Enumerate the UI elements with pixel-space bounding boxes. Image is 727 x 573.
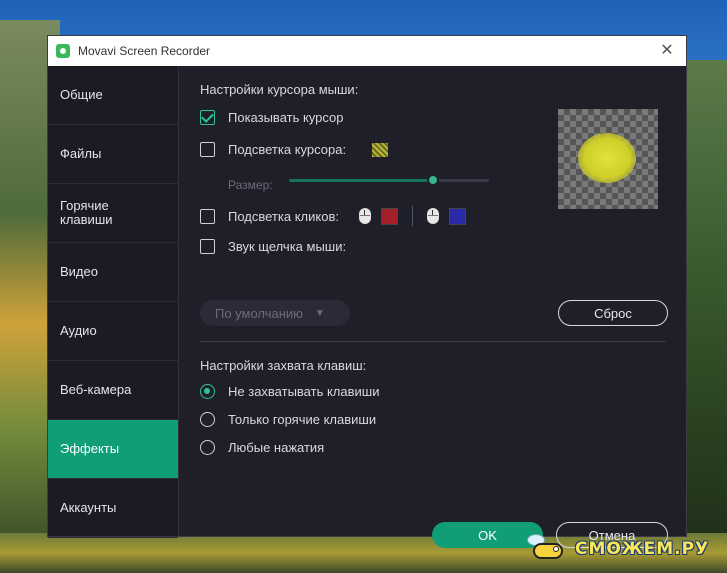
cursor-highlight-preview — [578, 133, 636, 183]
cursor-highlight-label: Подсветка курсора: — [228, 142, 347, 157]
show-cursor-label: Показывать курсор — [228, 110, 344, 125]
sidebar-item-accounts[interactable]: Аккаунты — [48, 479, 178, 538]
app-icon — [56, 44, 70, 58]
watermark-logo: СМОЖЕМ.РУ — [523, 531, 713, 567]
title-bar: Movavi Screen Recorder ✕ — [48, 36, 686, 66]
key-capture-title: Настройки захвата клавиш: — [200, 358, 367, 373]
window-content: Общие Файлы Горячие клавиши Видео Аудио … — [48, 66, 686, 548]
size-slider[interactable] — [289, 174, 489, 186]
cursor-highlight-row[interactable]: Подсветка курсора: — [200, 142, 389, 157]
click-sound-row[interactable]: Звук щелчка мыши: — [200, 239, 346, 254]
sidebar-item-audio[interactable]: Аудио — [48, 302, 178, 361]
chevron-down-icon: ▼ — [314, 307, 325, 319]
watermark-text: СМОЖЕМ.РУ — [575, 539, 710, 559]
left-click-color-swatch[interactable] — [380, 207, 398, 225]
sidebar-item-hotkeys-label: Горячие клавиши — [60, 198, 113, 227]
left-click-mouse-icon — [358, 208, 371, 224]
key-capture-none-label: Не захватывать клавиши — [228, 384, 380, 399]
sidebar: Общие Файлы Горячие клавиши Видео Аудио … — [48, 66, 179, 538]
click-highlight-row[interactable]: Подсветка кликов: — [200, 206, 466, 226]
cursor-preview — [558, 109, 658, 209]
sidebar-item-hotkeys[interactable]: Горячие клавиши — [48, 184, 178, 243]
cursor-highlight-checkbox[interactable] — [200, 142, 215, 157]
size-slider-fill — [289, 179, 433, 182]
close-icon[interactable]: ✕ — [658, 42, 676, 60]
click-sound-label: Звук щелчка мыши: — [228, 239, 347, 254]
key-capture-option-none[interactable]: Не захватывать клавиши — [200, 384, 379, 399]
key-capture-hotkeys-label: Только горячие клавиши — [228, 412, 377, 427]
section-divider — [200, 341, 666, 342]
window-title: Movavi Screen Recorder — [78, 44, 211, 58]
sidebar-item-video[interactable]: Видео — [48, 243, 178, 302]
click-highlight-label: Подсветка кликов: — [228, 208, 339, 224]
key-capture-any-label: Любые нажатия — [228, 440, 325, 455]
sidebar-item-files[interactable]: Файлы — [48, 125, 178, 184]
show-cursor-checkbox[interactable] — [200, 110, 215, 125]
key-capture-hotkeys-radio[interactable] — [200, 412, 215, 427]
click-sound-select-value: По умолчанию — [215, 305, 303, 321]
size-slider-thumb[interactable] — [427, 174, 439, 186]
cursor-highlight-color-swatch[interactable] — [372, 142, 389, 157]
show-cursor-row[interactable]: Показывать курсор — [200, 110, 344, 125]
key-capture-option-hotkeys[interactable]: Только горячие клавиши — [200, 412, 376, 427]
click-color-divider — [411, 206, 413, 226]
right-click-mouse-icon — [426, 208, 439, 224]
effects-panel: Настройки курсора мыши: Показывать курсо… — [180, 66, 686, 548]
reset-button[interactable]: Сброс — [558, 300, 668, 326]
sidebar-item-general[interactable]: Общие — [48, 66, 178, 125]
cursor-settings-title: Настройки курсора мыши: — [200, 82, 359, 97]
click-sound-checkbox[interactable] — [200, 239, 215, 254]
key-capture-any-radio[interactable] — [200, 440, 215, 455]
key-capture-none-radio[interactable] — [200, 384, 215, 399]
click-highlight-checkbox[interactable] — [200, 208, 215, 224]
bee-icon — [523, 534, 569, 564]
sidebar-item-webcam[interactable]: Веб-камера — [48, 361, 178, 420]
size-label: Размер: — [228, 178, 273, 192]
key-capture-option-any[interactable]: Любые нажатия — [200, 440, 324, 455]
background-mountain-right — [682, 60, 727, 573]
right-click-color-swatch[interactable] — [448, 207, 466, 225]
settings-window: Movavi Screen Recorder ✕ Общие Файлы Гор… — [47, 35, 687, 548]
click-sound-select[interactable]: По умолчанию ▼ — [200, 300, 350, 326]
sidebar-item-effects[interactable]: Эффекты — [48, 420, 178, 479]
